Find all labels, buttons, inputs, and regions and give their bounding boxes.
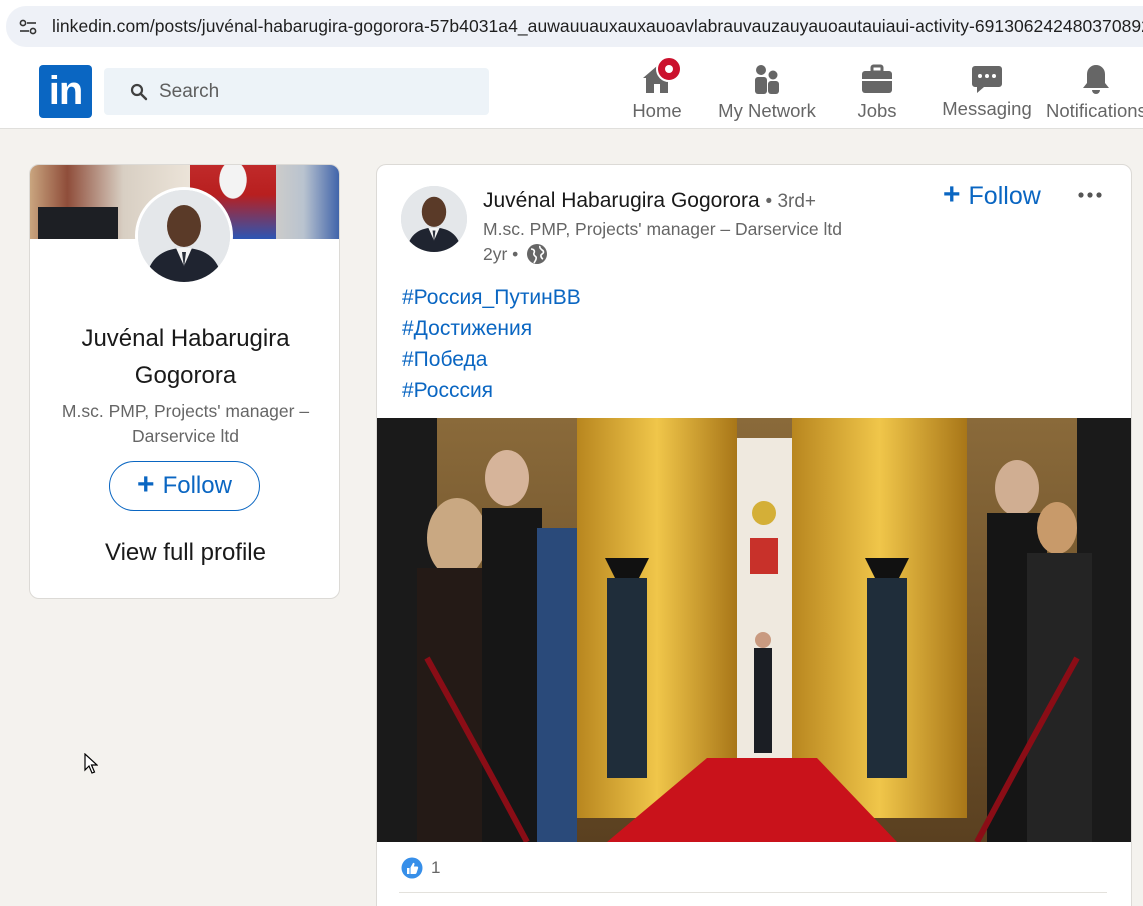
nav-messaging-label: Messaging [942, 98, 1032, 119]
post-author-line: Juvénal Habarugira Gogorora • 3rd+ [483, 189, 816, 213]
view-full-profile-link[interactable]: View full profile [30, 539, 339, 567]
nav-home-label: Home [632, 100, 682, 121]
hashtag-link[interactable]: #Росссия [402, 375, 581, 406]
post-author-avatar[interactable] [401, 186, 467, 252]
post-reactions[interactable]: 1 [401, 857, 440, 879]
nav-messaging[interactable]: Messaging [937, 60, 1037, 126]
post-hashtags: #Россия_ПутинВВ #Достижения #Победа #Рос… [402, 282, 581, 406]
bell-icon [1083, 65, 1109, 94]
notification-badge [656, 56, 682, 82]
nav-jobs-label: Jobs [857, 100, 897, 121]
hashtag-link[interactable]: #Победа [402, 344, 581, 375]
search-icon [130, 83, 148, 101]
post-image[interactable] [377, 418, 1131, 842]
people-icon [755, 65, 779, 94]
browser-address-bar: linkedin.com/posts/juvénal-habarugira-go… [0, 0, 1143, 56]
post-divider [399, 892, 1107, 893]
profile-headline: M.sc. PMP, Projects' manager – Darservic… [61, 401, 310, 446]
post-author-name[interactable]: Juvénal Habarugira Gogorora [483, 189, 760, 212]
profile-name[interactable]: Juvénal Habarugira Gogorora [30, 320, 339, 394]
mouse-cursor-icon [84, 753, 98, 774]
post-author-headline: M.sc. PMP, Projects' manager – Darservic… [483, 219, 842, 239]
post-follow-label: Follow [968, 181, 1041, 210]
post-meta: 2yr • [483, 243, 548, 265]
nav-jobs[interactable]: Jobs [842, 60, 912, 126]
plus-icon: + [943, 177, 961, 211]
hashtag-link[interactable]: #Россия_ПутинВВ [402, 282, 581, 313]
nav-notifications[interactable]: Notifications [1040, 60, 1143, 126]
profile-card: Juvénal Habarugira Gogorora M.sc. PMP, P… [29, 164, 340, 599]
search-box[interactable] [104, 68, 489, 115]
briefcase-icon [862, 64, 892, 93]
connection-degree: • 3rd+ [765, 191, 817, 212]
linkedin-logo[interactable]: in [39, 65, 92, 118]
search-input[interactable] [159, 68, 479, 115]
nav-home[interactable]: Home [622, 56, 692, 126]
linkedin-navbar: in Home My Network Jobs [0, 56, 1143, 129]
url-field[interactable]: linkedin.com/posts/juvénal-habarugira-go… [6, 6, 1143, 47]
nav-my-network-label: My Network [718, 100, 816, 121]
reaction-count[interactable]: 1 [431, 858, 440, 878]
avatar-photo [138, 190, 230, 282]
plus-icon: + [137, 467, 155, 501]
post-card: Juvénal Habarugira Gogorora • 3rd+ M.sc.… [376, 164, 1132, 906]
post-photo [377, 418, 1131, 842]
avatar[interactable] [135, 187, 233, 285]
post-author-photo [401, 186, 467, 252]
url-text[interactable]: linkedin.com/posts/juvénal-habarugira-go… [52, 16, 1143, 37]
more-options-icon[interactable] [1077, 187, 1103, 203]
follow-label: Follow [162, 472, 232, 499]
follow-button[interactable]: + Follow [109, 461, 260, 511]
nav-notifications-label: Notifications [1046, 100, 1143, 121]
globe-icon [527, 244, 548, 264]
like-icon [401, 857, 423, 879]
nav-my-network[interactable]: My Network [712, 60, 822, 126]
post-follow-button[interactable]: + Follow [943, 177, 1041, 212]
hashtag-link[interactable]: #Достижения [402, 313, 581, 344]
post-time: 2yr • [483, 243, 519, 264]
site-settings-icon[interactable] [18, 19, 38, 35]
cover-monitor [38, 207, 118, 239]
chat-icon [972, 66, 1002, 93]
